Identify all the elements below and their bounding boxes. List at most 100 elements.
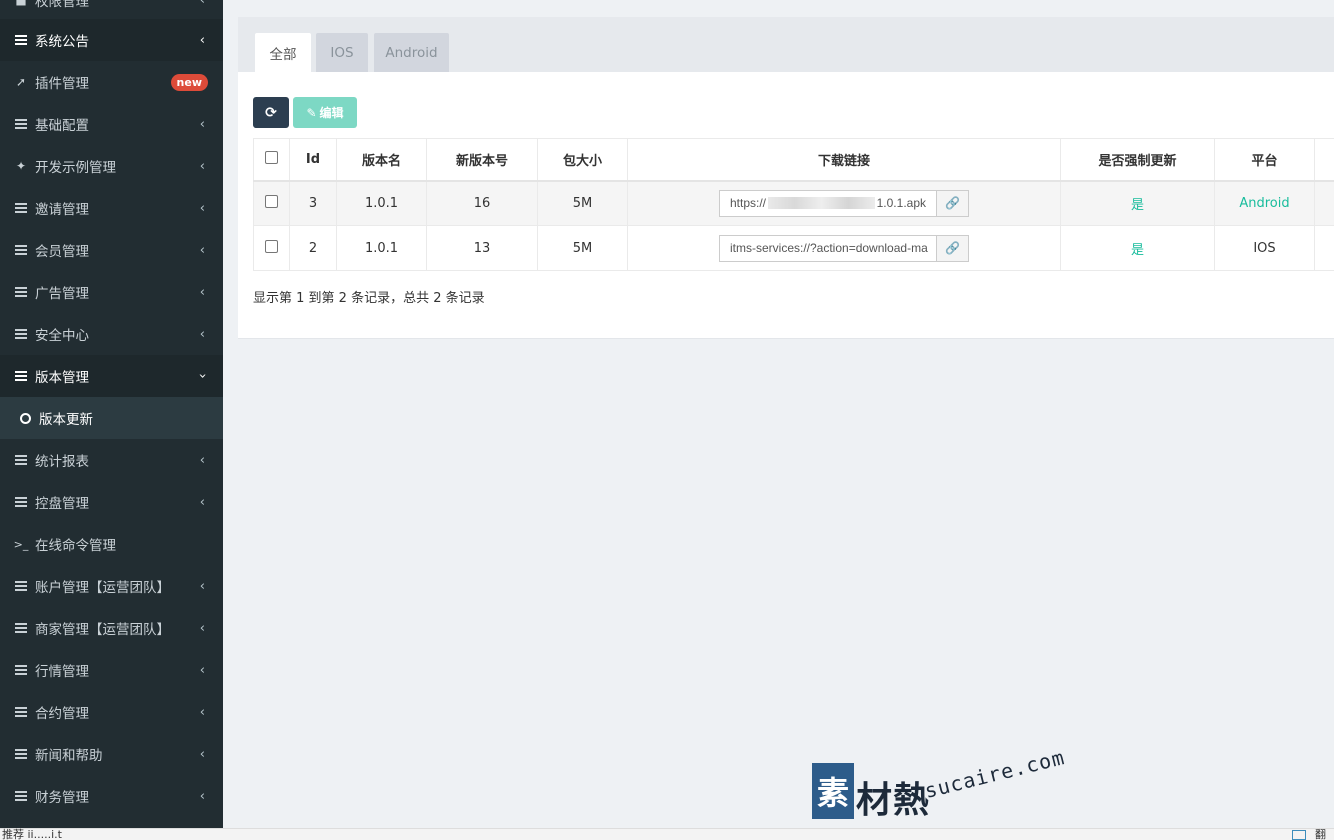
sidebar-item-contracts[interactable]: 合约管理 ‹: [0, 691, 223, 733]
column-header[interactable]: 是否强制更新: [1060, 138, 1215, 182]
chevron-left-icon: ‹: [199, 620, 205, 636]
url-prefix: https://: [730, 196, 767, 211]
chevron-left-icon: ‹: [199, 788, 205, 804]
tab-ios[interactable]: IOS: [316, 33, 368, 72]
url-input-group: itms-services://?action=download-ma 🔗: [719, 234, 969, 262]
chevron-left-icon: ‹: [199, 200, 205, 216]
sidebar-item-label: 版本更新: [39, 412, 93, 428]
column-header[interactable]: 版本名: [336, 138, 427, 182]
column-header[interactable]: 下载链接: [627, 138, 1061, 182]
sidebar-item-dev-examples[interactable]: ✦ 开发示例管理 ‹: [0, 145, 223, 187]
chevron-left-icon: ‹: [199, 0, 205, 8]
sidebar-item-label: 账户管理【运营团队】: [35, 580, 170, 596]
sidebar-item-market-control[interactable]: 控盘管理 ‹: [0, 481, 223, 523]
status-bar: 推荐 ii.....i.t 翻: [0, 828, 1334, 840]
sidebar-item-online-commands[interactable]: >_ 在线命令管理: [0, 523, 223, 565]
download-url-field[interactable]: https:// 1.0.1.apk: [719, 189, 936, 217]
sidebar-item-finance[interactable]: 财务管理 ‹: [0, 775, 223, 817]
column-header[interactable]: 平台: [1214, 138, 1315, 182]
tab-android[interactable]: Android: [374, 33, 449, 72]
sidebar-item-reports[interactable]: 统计报表 ‹: [0, 439, 223, 481]
sidebar-item-label: 权限管理: [35, 0, 89, 10]
sidebar-item-merchants[interactable]: 商家管理【运营团队】 ‹: [0, 607, 223, 649]
column-header[interactable]: Id: [289, 138, 337, 182]
redacted-url-part: [768, 197, 875, 210]
chevron-left-icon: ‹: [199, 116, 205, 132]
cell-platform: Android: [1214, 180, 1315, 226]
list-icon: [14, 497, 28, 507]
url-prefix: itms-services://?action=download-ma: [730, 241, 928, 255]
sidebar-item-label: 系统公告: [35, 34, 89, 50]
link-button[interactable]: 🔗: [936, 234, 969, 262]
status-left-text: 推荐 ii.....i.t: [2, 828, 62, 840]
cell-version-number: 13: [426, 225, 538, 271]
sidebar-item-basic-config[interactable]: 基础配置 ‹: [0, 103, 223, 145]
sidebar-item-plugins[interactable]: ➚ 插件管理 new: [0, 61, 223, 103]
status-checkbox-icon: [1292, 830, 1306, 840]
link-icon: 🔗: [945, 196, 960, 211]
link-icon: 🔗: [945, 241, 960, 255]
cell-size: 5M: [537, 225, 628, 271]
column-header[interactable]: 包大小: [537, 138, 628, 182]
cell-platform: IOS: [1214, 225, 1315, 271]
chevron-left-icon: ‹: [199, 158, 205, 174]
list-icon: [14, 287, 28, 297]
row-checkbox[interactable]: [265, 239, 278, 253]
list-icon: [14, 119, 28, 129]
edit-button[interactable]: ✎ 编辑: [293, 97, 357, 128]
edit-button-label: 编辑: [319, 106, 344, 120]
sidebar-item-label: 基础配置: [35, 118, 89, 134]
tab-all[interactable]: 全部: [255, 33, 311, 72]
sidebar-item-invites[interactable]: 邀请管理 ‹: [0, 187, 223, 229]
sidebar-item-accounts[interactable]: 账户管理【运营团队】 ‹: [0, 565, 223, 607]
new-badge: new: [170, 74, 208, 91]
chevron-left-icon: ‹: [199, 452, 205, 468]
sidebar-item-label: 控盘管理: [35, 496, 89, 512]
list-icon: [14, 371, 28, 381]
list-icon: [14, 455, 28, 465]
sidebar-item-quotes[interactable]: 行情管理 ‹: [0, 649, 223, 691]
cell-version-name: 1.0.1: [336, 180, 427, 226]
sidebar-item-announcement[interactable]: 系统公告 ‹: [0, 19, 223, 61]
rocket-icon: ➚: [15, 75, 27, 89]
refresh-button[interactable]: ⟳: [253, 97, 289, 128]
chevron-left-icon: ‹: [199, 326, 205, 342]
download-url-field[interactable]: itms-services://?action=download-ma: [719, 234, 936, 262]
cell-version-name: 1.0.1: [336, 225, 427, 271]
column-header[interactable]: 新版本号: [426, 138, 538, 182]
select-all-checkbox[interactable]: [265, 150, 278, 164]
url-input-group: https:// 1.0.1.apk 🔗: [719, 189, 969, 217]
sidebar-item-versions[interactable]: 版本管理 ‹: [0, 355, 223, 397]
list-icon: [14, 203, 28, 213]
sidebar-item-members[interactable]: 会员管理 ‹: [0, 229, 223, 271]
watermark-en: sucaire.com: [922, 745, 1068, 803]
sidebar-item-news-help[interactable]: 新闻和帮助 ‹: [0, 733, 223, 775]
chevron-left-icon: ‹: [199, 746, 205, 762]
sidebar-item-version-update[interactable]: 版本更新: [0, 397, 223, 439]
content-header-area: [223, 0, 1334, 17]
sidebar-item-security[interactable]: 安全中心 ‹: [0, 313, 223, 355]
chevron-left-icon: ‹: [199, 32, 205, 48]
cell-id: 2: [289, 225, 337, 271]
row-select-cell: [253, 225, 290, 271]
row-checkbox[interactable]: [265, 194, 278, 208]
user-icon: ■: [15, 0, 27, 7]
sidebar-item-label: 会员管理: [35, 244, 89, 260]
list-icon: [14, 623, 28, 633]
sidebar-item-label: 统计报表: [35, 454, 89, 470]
chevron-left-icon: ‹: [199, 704, 205, 720]
pagination-summary: 显示第 1 到第 2 条记录，总共 2 条记录: [253, 291, 485, 306]
row-select-cell: [253, 180, 290, 226]
table-row: 3 1.0.1 16 5M https:// 1.0.1.apk 🔗 是 Andr…: [253, 180, 1334, 226]
table-row: 2 1.0.1 13 5M itms-services://?action=do…: [253, 225, 1334, 271]
sidebar-item-label: 广告管理: [35, 286, 89, 302]
link-button[interactable]: 🔗: [936, 189, 969, 217]
sidebar-item-permission[interactable]: ■ 权限管理 ‹: [0, 0, 223, 21]
column-header-extra: [1314, 138, 1334, 182]
tab-bar: 全部 IOS Android: [238, 17, 1334, 72]
sidebar-item-ads[interactable]: 广告管理 ‹: [0, 271, 223, 313]
select-all-cell: [253, 138, 290, 182]
list-icon: [14, 707, 28, 717]
sidebar-item-label: 插件管理: [35, 76, 89, 92]
list-icon: [14, 749, 28, 759]
